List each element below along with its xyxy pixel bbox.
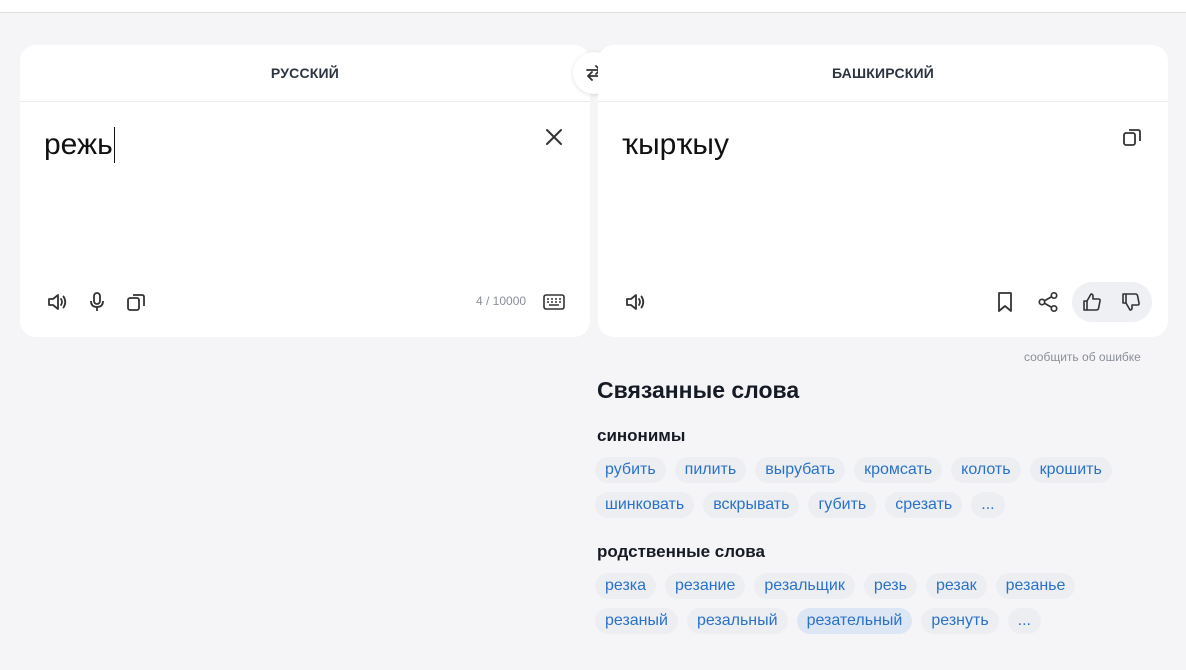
word-chip[interactable]: крошить xyxy=(1029,457,1112,483)
microphone-button[interactable] xyxy=(81,286,113,318)
word-chip[interactable]: шинковать xyxy=(595,492,695,518)
translation-text: ҡырҡыу xyxy=(622,128,729,161)
share-button[interactable] xyxy=(1032,286,1064,318)
word-chip[interactable]: кромсать xyxy=(854,457,943,483)
report-error-link[interactable]: сообщить об ошибке xyxy=(1024,350,1141,364)
more-chip[interactable]: ... xyxy=(1007,608,1041,634)
source-language-selector[interactable]: РУССКИЙ xyxy=(20,45,590,102)
word-chip[interactable]: резаный xyxy=(595,608,678,634)
browser-top-strip xyxy=(0,0,1186,13)
text-caret xyxy=(113,127,115,163)
source-language-label: РУССКИЙ xyxy=(270,65,340,81)
word-chip[interactable]: губить xyxy=(808,492,877,518)
word-chip[interactable]: резанье xyxy=(995,573,1076,599)
bookmark-icon xyxy=(994,291,1016,313)
speaker-icon xyxy=(624,291,646,313)
keyboard-icon xyxy=(543,294,565,310)
word-chip[interactable]: резательный xyxy=(796,608,913,634)
copy-icon xyxy=(1121,126,1143,148)
synonyms-title: синонимы xyxy=(597,426,686,445)
word-chip[interactable]: резальщик xyxy=(754,573,855,599)
word-chip[interactable]: резальный xyxy=(686,608,788,634)
cognates-title: родственные слова xyxy=(597,542,765,561)
clear-button[interactable] xyxy=(538,121,570,153)
bookmark-button[interactable] xyxy=(989,286,1021,318)
source-panel: РУССКИЙ режь 4 / 10000 xyxy=(20,45,590,337)
target-language-selector[interactable]: БАШКИРСКИЙ xyxy=(598,45,1168,102)
virtual-keyboard-button[interactable] xyxy=(538,286,570,318)
share-icon xyxy=(1037,291,1059,313)
translation-speak-button[interactable] xyxy=(619,286,651,318)
word-chip[interactable]: вскрывать xyxy=(703,492,800,518)
dislike-button[interactable] xyxy=(1115,286,1147,318)
speaker-icon xyxy=(46,291,68,313)
thumbs-down-icon xyxy=(1120,291,1142,313)
target-language-label: БАШКИРСКИЙ xyxy=(831,65,935,81)
word-chip[interactable]: рубить xyxy=(595,457,666,483)
word-chip[interactable]: резка xyxy=(595,573,657,599)
more-chip[interactable]: ... xyxy=(971,492,1005,518)
synonyms-list: рубить пилить вырубать кромсать колоть крошит… xyxy=(595,457,1165,518)
source-copy-button[interactable] xyxy=(120,286,152,318)
word-chip[interactable]: резнуть xyxy=(921,608,999,634)
word-chip[interactable]: срезать xyxy=(885,492,963,518)
source-speak-button[interactable] xyxy=(41,286,73,318)
word-chip[interactable]: резь xyxy=(863,573,917,599)
like-button[interactable] xyxy=(1076,286,1108,318)
thumbs-up-icon xyxy=(1081,291,1103,313)
cognates-list: резка резание резальщик резь резак резанье рез… xyxy=(595,573,1165,634)
word-chip[interactable]: резание xyxy=(665,573,746,599)
microphone-icon xyxy=(86,291,108,313)
close-icon xyxy=(544,127,564,147)
copy-icon xyxy=(125,291,147,313)
source-text-input[interactable]: режь xyxy=(44,127,115,163)
translation-copy-button[interactable] xyxy=(1116,121,1148,153)
source-text: режь xyxy=(44,128,113,161)
target-panel: БАШКИРСКИЙ ҡырҡыу xyxy=(598,45,1168,337)
character-counter: 4 / 10000 xyxy=(476,294,527,308)
word-chip[interactable]: резак xyxy=(925,573,987,599)
word-chip[interactable]: пилить xyxy=(674,457,747,483)
related-words-title: Связанные слова xyxy=(597,377,800,403)
word-chip[interactable]: колоть xyxy=(951,457,1021,483)
word-chip[interactable]: вырубать xyxy=(755,457,846,483)
